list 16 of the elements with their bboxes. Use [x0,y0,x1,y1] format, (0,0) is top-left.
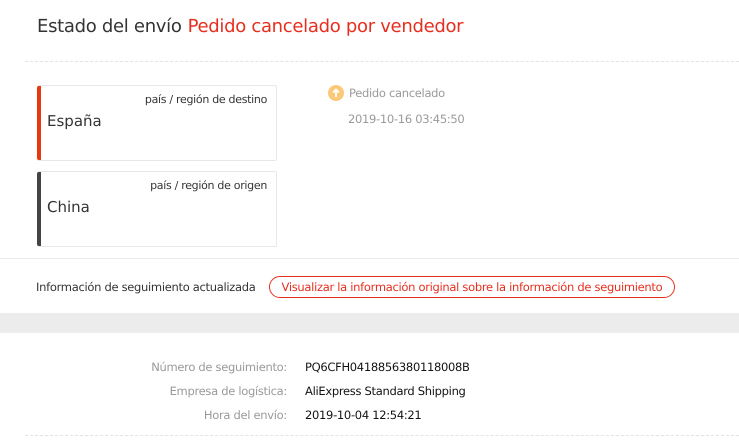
status-value: Pedido cancelado por vendedor [188,16,464,37]
field-value: PQ6CFH0418856380118008B [305,359,471,375]
event-time: 2019-10-16 03:45:50 [348,112,464,126]
status-label: Estado del envío [37,16,182,37]
update-text: Información de seguimiento actualizada [36,280,256,294]
event-title: Pedido cancelado [349,86,445,100]
field-value: 2019-10-04 12:54:21 [305,407,422,423]
field-label: Hora del envío: [202,407,287,423]
region-caption: país / región de origen [149,179,267,192]
field-label: Empresa de logística: [168,383,287,399]
country-name: España [47,112,103,130]
country-name: China [47,198,91,216]
region-caption: país / región de destino [144,93,267,106]
original-info-link[interactable]: Visualizar la información original sobre la información de seguimiento [268,276,676,298]
field-label: Número de seguimiento: [150,359,287,375]
field-value: AliExpress Standard Shipping [305,383,467,399]
